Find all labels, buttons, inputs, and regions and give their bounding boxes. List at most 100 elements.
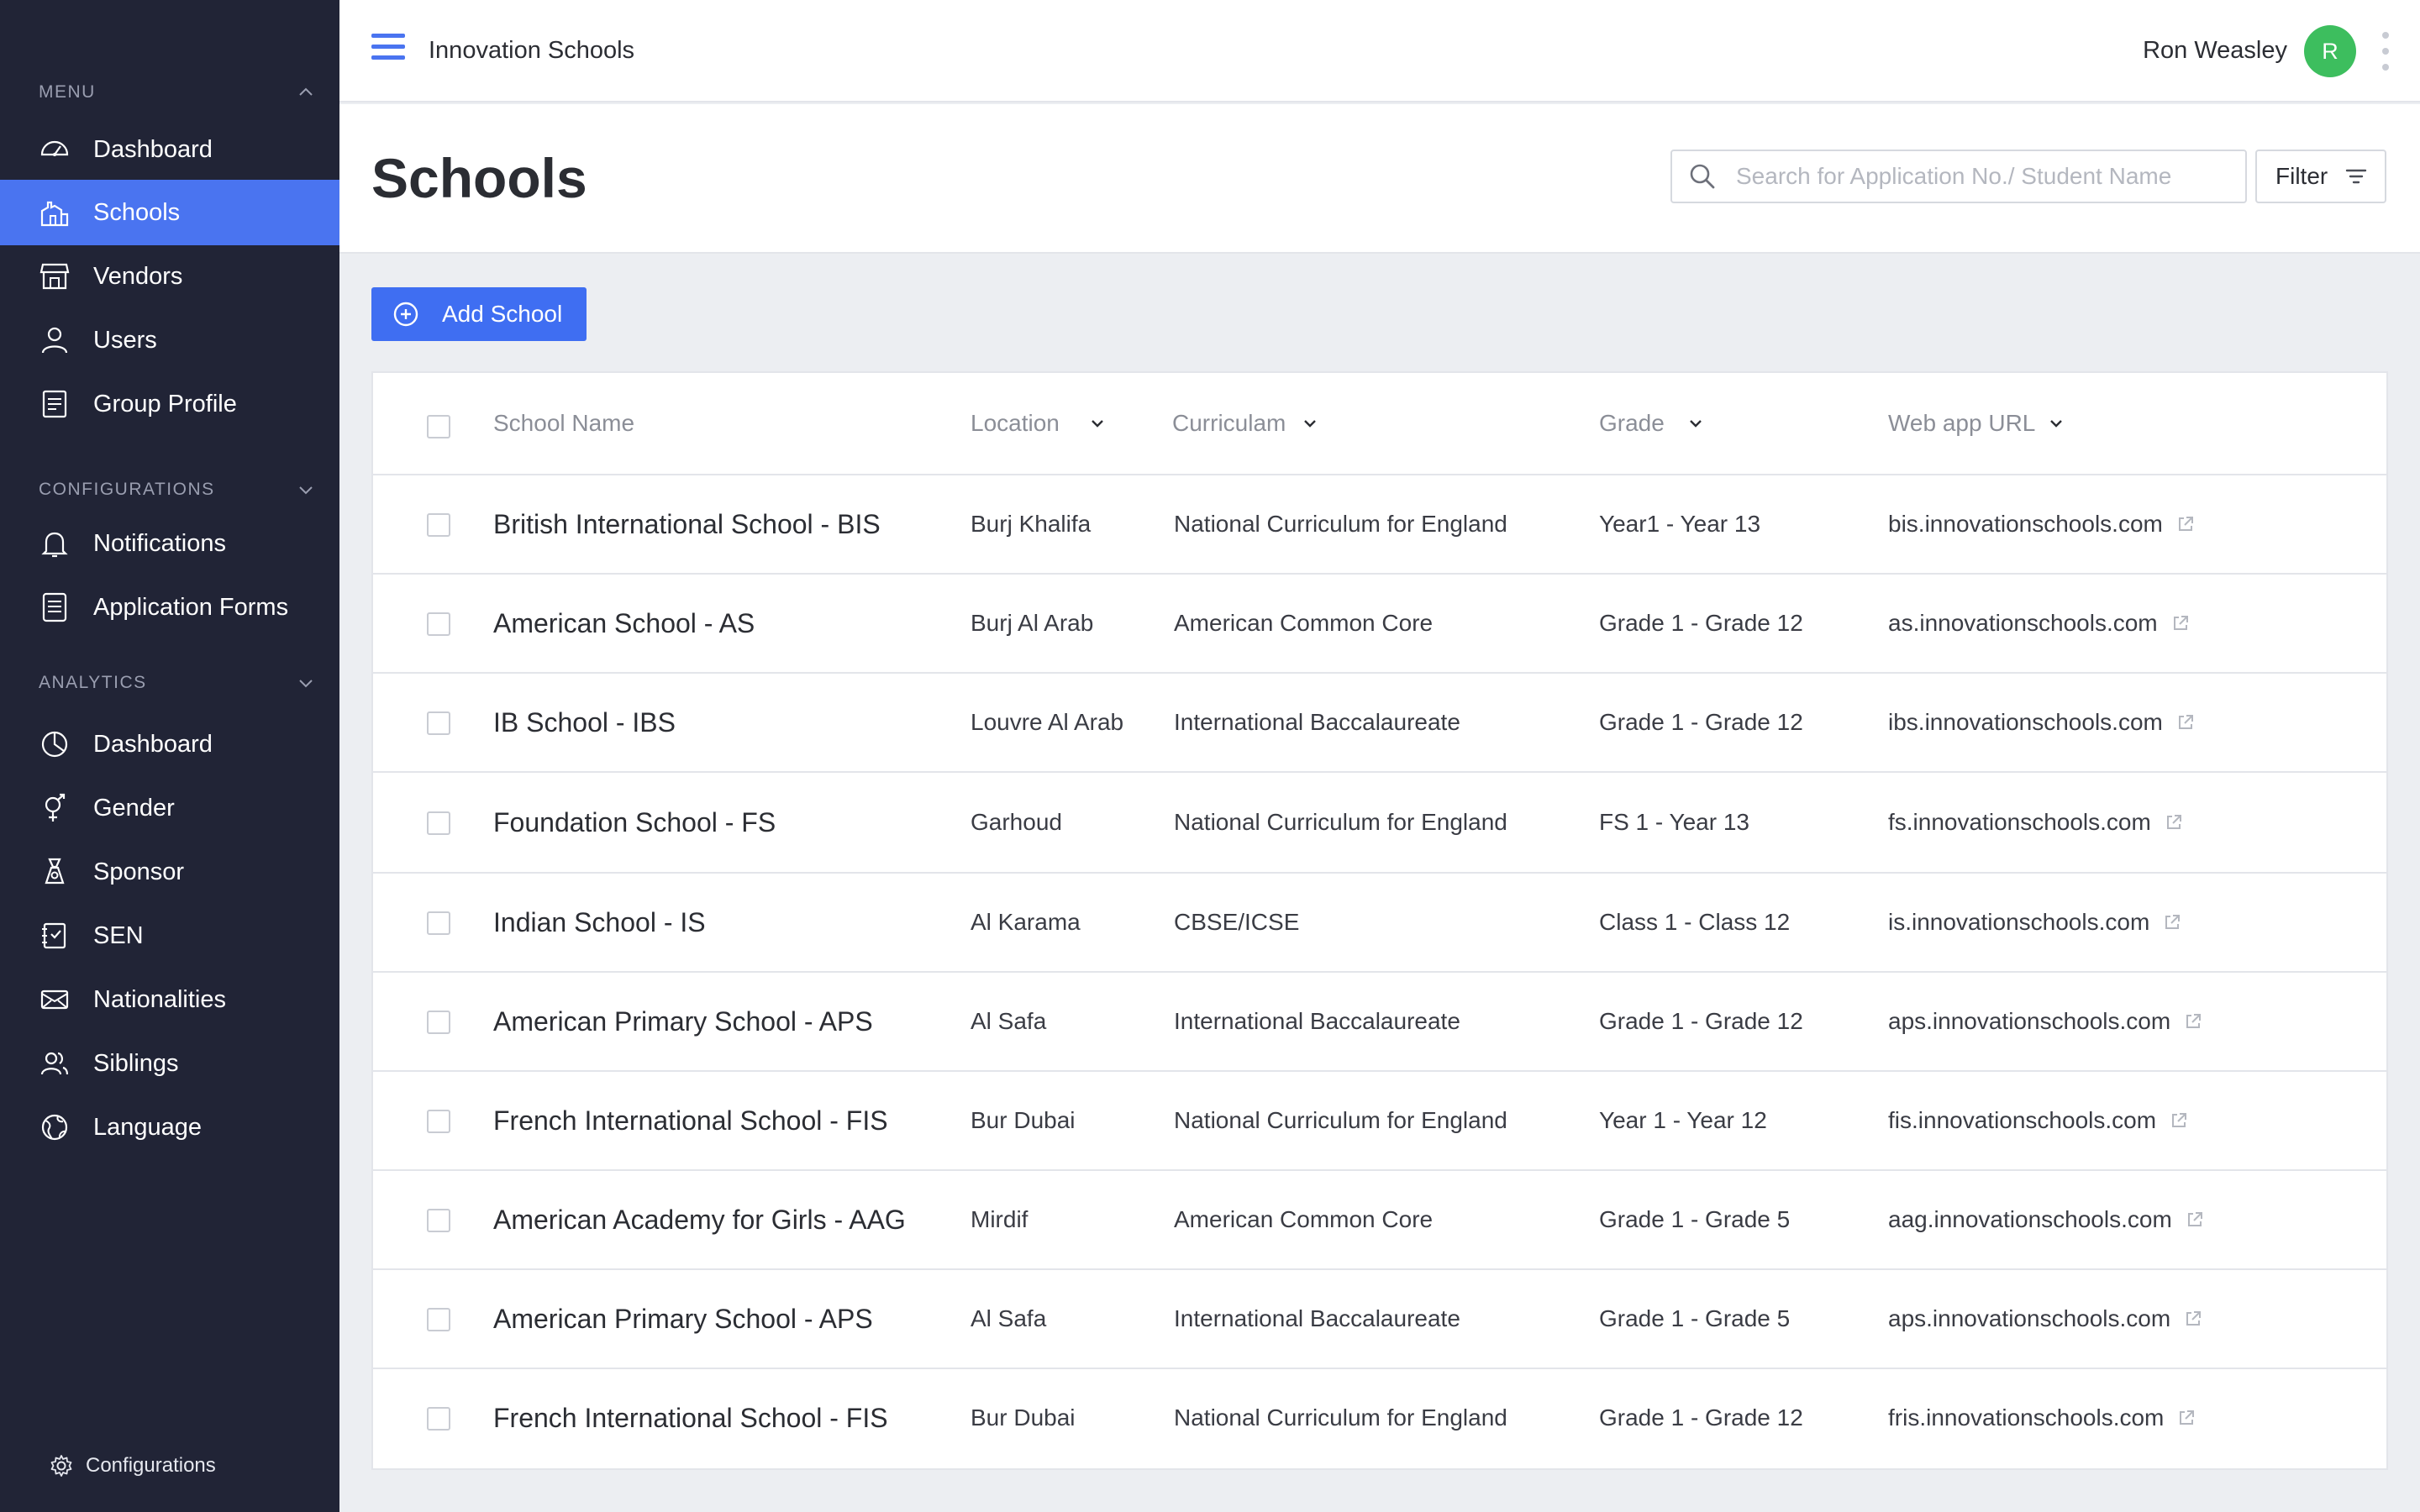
school-url-text[interactable]: fs.innovationschools.com (1888, 809, 2151, 836)
table-row[interactable]: American Academy for Girls - AAG Mirdif Am… (373, 1171, 2386, 1270)
school-url[interactable]: aag.innovationschools.com (1888, 1206, 2204, 1233)
external-link-icon[interactable] (2177, 1409, 2196, 1427)
user-name[interactable]: Ron Weasley (2143, 37, 2287, 65)
school-url-text[interactable]: fis.innovationschools.com (1888, 1107, 2156, 1134)
school-url-text[interactable]: aps.innovationschools.com (1888, 1008, 2170, 1035)
school-url-text[interactable]: bis.innovationschools.com (1888, 511, 2163, 538)
school-url[interactable]: fris.innovationschools.com (1888, 1404, 2196, 1431)
column-header-curriculum[interactable]: Curriculam (1172, 410, 1319, 437)
sidebar-item-users[interactable]: Users (0, 307, 339, 373)
school-url[interactable]: aps.innovationschools.com (1888, 1305, 2202, 1332)
school-name[interactable]: French International School - FIS (493, 1403, 888, 1434)
sidebar-item-analytics-dashboard[interactable]: Dashboard (0, 711, 339, 777)
sidebar-item-vendors[interactable]: Vendors (0, 244, 339, 309)
sidebar-item-sen[interactable]: SEN (0, 903, 339, 969)
school-name[interactable]: British International School - BIS (493, 509, 881, 540)
school-url[interactable]: fs.innovationschools.com (1888, 809, 2183, 836)
configurations-section-header[interactable]: CONFIGURATIONS (39, 477, 316, 502)
table-row[interactable]: American Primary School - APS Al Safa Inte… (373, 973, 2386, 1072)
school-url-text[interactable]: aps.innovationschools.com (1888, 1305, 2170, 1332)
table-row[interactable]: French International School - FIS Bur Dub… (373, 1072, 2386, 1171)
external-link-icon[interactable] (2184, 1012, 2202, 1031)
row-checkbox[interactable] (427, 1209, 450, 1232)
table-row[interactable]: Foundation School - FS Garhoud National Cu… (373, 773, 2386, 874)
column-header-school-name[interactable]: School Name (493, 410, 634, 437)
school-name[interactable]: American Academy for Girls - AAG (493, 1205, 906, 1236)
analytics-section-header[interactable]: ANALYTICS (39, 670, 316, 696)
sidebar-item-application-forms[interactable]: Application Forms (0, 575, 339, 640)
sidebar-item-group-profile[interactable]: Group Profile (0, 371, 339, 437)
sidebar-item-nationalities[interactable]: Nationalities (0, 967, 339, 1032)
external-link-icon[interactable] (2171, 614, 2190, 633)
table-row[interactable]: IB School - IBS Louvre Al Arab Internation… (373, 674, 2386, 773)
sidebar-item-siblings[interactable]: Siblings (0, 1031, 339, 1096)
external-link-icon[interactable] (2165, 813, 2183, 832)
school-curriculum: American Common Core (1174, 1206, 1434, 1232)
column-header-grade[interactable]: Grade (1599, 410, 1705, 437)
search-icon (1690, 164, 1715, 189)
table-row[interactable]: Indian School - IS Al Karama CBSE/ICSE Clas… (373, 874, 2386, 973)
school-url-text[interactable]: as.innovationschools.com (1888, 610, 2158, 637)
sidebar-item-schools[interactable]: Schools (0, 180, 339, 245)
menu-section-header[interactable]: MENU (39, 80, 316, 105)
school-curriculum: National Curriculum for England (1174, 1107, 1507, 1133)
sidebar-item-sponsor[interactable]: Sponsor (0, 839, 339, 905)
school-url[interactable]: is.innovationschools.com (1888, 909, 2181, 936)
configurations-link[interactable]: Configurations (49, 1453, 216, 1478)
school-url-text[interactable]: aag.innovationschools.com (1888, 1206, 2172, 1233)
avatar[interactable]: R (2304, 25, 2356, 77)
table-row[interactable]: American Primary School - APS Al Safa Inte… (373, 1270, 2386, 1369)
search-box[interactable] (1670, 150, 2247, 203)
school-name[interactable]: Indian School - IS (493, 907, 706, 938)
school-name[interactable]: American Primary School - APS (493, 1006, 873, 1037)
add-school-button[interactable]: Add School (371, 287, 587, 341)
hamburger-menu-icon[interactable] (371, 34, 405, 64)
school-url-text[interactable]: is.innovationschools.com (1888, 909, 2149, 936)
school-name[interactable]: American Primary School - APS (493, 1304, 873, 1335)
school-url[interactable]: bis.innovationschools.com (1888, 511, 2195, 538)
school-url[interactable]: ibs.innovationschools.com (1888, 709, 2195, 736)
external-link-icon[interactable] (2176, 515, 2195, 533)
schools-table: School Name Location Curriculam Grade We… (371, 371, 2388, 1470)
select-all-checkbox[interactable] (427, 415, 450, 438)
row-checkbox[interactable] (427, 711, 450, 735)
search-input[interactable] (1736, 163, 2223, 190)
row-checkbox[interactable] (427, 513, 450, 537)
school-url[interactable]: fis.innovationschools.com (1888, 1107, 2188, 1134)
school-name[interactable]: Foundation School - FS (493, 807, 776, 838)
sidebar-item-gender[interactable]: Gender (0, 775, 339, 841)
column-header-web-app-url[interactable]: Web app URL (1888, 410, 2065, 437)
more-options-icon[interactable] (2380, 32, 2391, 71)
school-name[interactable]: French International School - FIS (493, 1105, 888, 1137)
sidebar-item-dashboard[interactable]: Dashboard (0, 117, 339, 182)
row-checkbox[interactable] (427, 612, 450, 636)
row-checkbox[interactable] (427, 1110, 450, 1133)
sidebar-item-notifications[interactable]: Notifications (0, 511, 339, 576)
row-checkbox[interactable] (427, 1308, 450, 1331)
row-checkbox[interactable] (427, 1011, 450, 1034)
school-url[interactable]: aps.innovationschools.com (1888, 1008, 2202, 1035)
school-location: Mirdif (971, 1206, 1028, 1232)
table-row[interactable]: American School - AS Burj Al Arab American… (373, 575, 2386, 674)
external-link-icon[interactable] (2186, 1210, 2204, 1229)
filter-button[interactable]: Filter (2255, 150, 2386, 203)
row-checkbox[interactable] (427, 811, 450, 835)
external-link-icon[interactable] (2184, 1310, 2202, 1328)
row-checkbox[interactable] (427, 911, 450, 935)
school-url-text[interactable]: ibs.innovationschools.com (1888, 709, 2163, 736)
table-row[interactable]: French International School - FIS Bur Dub… (373, 1369, 2386, 1468)
external-link-icon[interactable] (2176, 713, 2195, 732)
school-name[interactable]: IB School - IBS (493, 707, 676, 738)
school-url[interactable]: as.innovationschools.com (1888, 610, 2190, 637)
column-header-location[interactable]: Location (971, 410, 1107, 437)
school-url-text[interactable]: fris.innovationschools.com (1888, 1404, 2164, 1431)
school-grade: Year1 - Year 13 (1599, 511, 1761, 537)
external-link-icon[interactable] (2163, 913, 2181, 932)
school-name[interactable]: American School - AS (493, 608, 755, 639)
sidebar: MENU Dashboard Schools Vendors Users Gro… (0, 0, 339, 1512)
table-row[interactable]: British International School - BIS Burj K… (373, 475, 2386, 575)
row-checkbox[interactable] (427, 1407, 450, 1431)
chevron-down-icon (299, 486, 313, 495)
external-link-icon[interactable] (2170, 1111, 2188, 1130)
sidebar-item-language[interactable]: Language (0, 1095, 339, 1160)
